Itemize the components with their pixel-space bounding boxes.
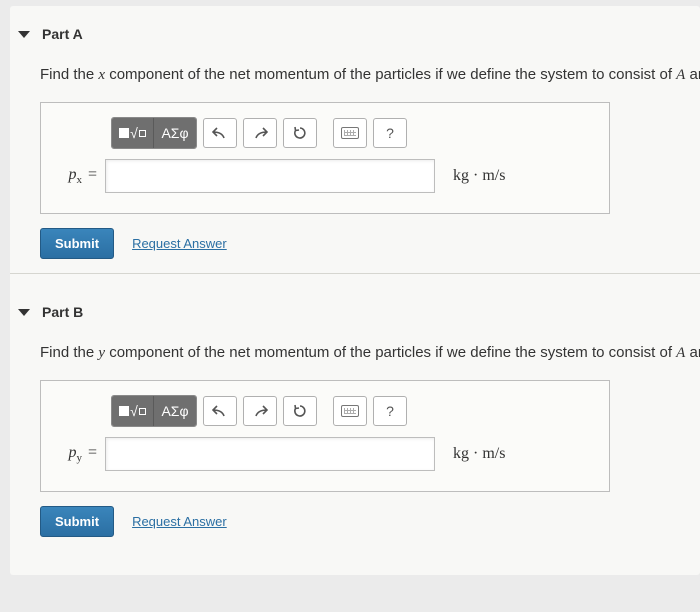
undo-button[interactable]	[203, 118, 237, 148]
collapse-caret-icon	[18, 31, 30, 38]
undo-icon	[212, 404, 228, 418]
help-button[interactable]: ?	[373, 118, 407, 148]
undo-button[interactable]	[203, 396, 237, 426]
submit-button[interactable]: Submit	[40, 228, 114, 259]
keyboard-button[interactable]	[333, 118, 367, 148]
unit-label: kg · m/s	[453, 167, 505, 185]
equals-sign: =	[88, 444, 97, 461]
var-subscript: x	[76, 174, 82, 186]
template-icon: √	[119, 403, 146, 419]
part-b-body: Find the y component of the net momentum…	[10, 328, 700, 545]
redo-button[interactable]	[243, 396, 277, 426]
greek-icon: ΑΣφ	[161, 403, 188, 419]
greek-button[interactable]: ΑΣφ	[154, 118, 196, 148]
part-b-prompt: Find the y component of the net momentum…	[40, 344, 690, 362]
prompt-text: Find the	[40, 66, 98, 83]
reset-icon	[292, 125, 308, 141]
variable-label: px =	[57, 166, 97, 186]
prompt-sys: A	[676, 67, 685, 83]
reset-button[interactable]	[283, 396, 317, 426]
page: Part A Find the x component of the net m…	[10, 6, 700, 575]
template-icon: √	[119, 125, 146, 141]
prompt-text: Find the	[40, 344, 98, 361]
part-a-body: Find the x component of the net momentum…	[10, 50, 700, 267]
part-divider	[10, 273, 700, 274]
keyboard-button[interactable]	[333, 396, 367, 426]
prompt-text: and	[685, 344, 700, 361]
reset-button[interactable]	[283, 118, 317, 148]
collapse-caret-icon	[18, 309, 30, 316]
toolbar-template-group: √ ΑΣφ	[111, 117, 197, 149]
equation-toolbar: √ ΑΣφ	[111, 117, 593, 149]
help-icon: ?	[386, 403, 394, 419]
toolbar-template-group: √ ΑΣφ	[111, 395, 197, 427]
actions-row-a: Submit Request Answer	[40, 228, 690, 259]
keyboard-icon	[341, 405, 359, 417]
request-answer-link[interactable]: Request Answer	[132, 514, 227, 529]
templates-button[interactable]: √	[112, 396, 154, 426]
undo-icon	[212, 126, 228, 140]
equation-toolbar: √ ΑΣφ	[111, 395, 593, 427]
part-b-title: Part B	[42, 304, 83, 320]
submit-button[interactable]: Submit	[40, 506, 114, 537]
help-button[interactable]: ?	[373, 396, 407, 426]
part-b: Part B Find the y component of the net m…	[10, 284, 700, 555]
redo-button[interactable]	[243, 118, 277, 148]
keyboard-icon	[341, 127, 359, 139]
redo-icon	[252, 404, 268, 418]
answer-box-a: √ ΑΣφ	[40, 102, 610, 214]
answer-box-b: √ ΑΣφ	[40, 380, 610, 492]
unit-label: kg · m/s	[453, 445, 505, 463]
prompt-sys: A	[676, 345, 685, 361]
part-a-prompt: Find the x component of the net momentum…	[40, 66, 690, 84]
greek-icon: ΑΣφ	[161, 125, 188, 141]
greek-button[interactable]: ΑΣφ	[154, 396, 196, 426]
request-answer-link[interactable]: Request Answer	[132, 236, 227, 251]
equation-row-a: px = kg · m/s	[57, 159, 593, 193]
reset-icon	[292, 403, 308, 419]
templates-button[interactable]: √	[112, 118, 154, 148]
help-icon: ?	[386, 125, 394, 141]
redo-icon	[252, 126, 268, 140]
actions-row-b: Submit Request Answer	[40, 506, 690, 537]
part-a: Part A Find the x component of the net m…	[10, 6, 700, 284]
var-subscript: y	[76, 452, 82, 464]
answer-input-a[interactable]	[105, 159, 435, 193]
variable-label: py =	[57, 444, 97, 464]
prompt-text: and	[685, 66, 700, 83]
equals-sign: =	[88, 166, 97, 183]
equation-row-b: py = kg · m/s	[57, 437, 593, 471]
prompt-text: component of the net momentum of the par…	[105, 66, 676, 83]
part-a-title: Part A	[42, 26, 83, 42]
answer-input-b[interactable]	[105, 437, 435, 471]
prompt-text: component of the net momentum of the par…	[105, 344, 676, 361]
part-b-header[interactable]: Part B	[10, 296, 700, 328]
part-a-header[interactable]: Part A	[10, 18, 700, 50]
